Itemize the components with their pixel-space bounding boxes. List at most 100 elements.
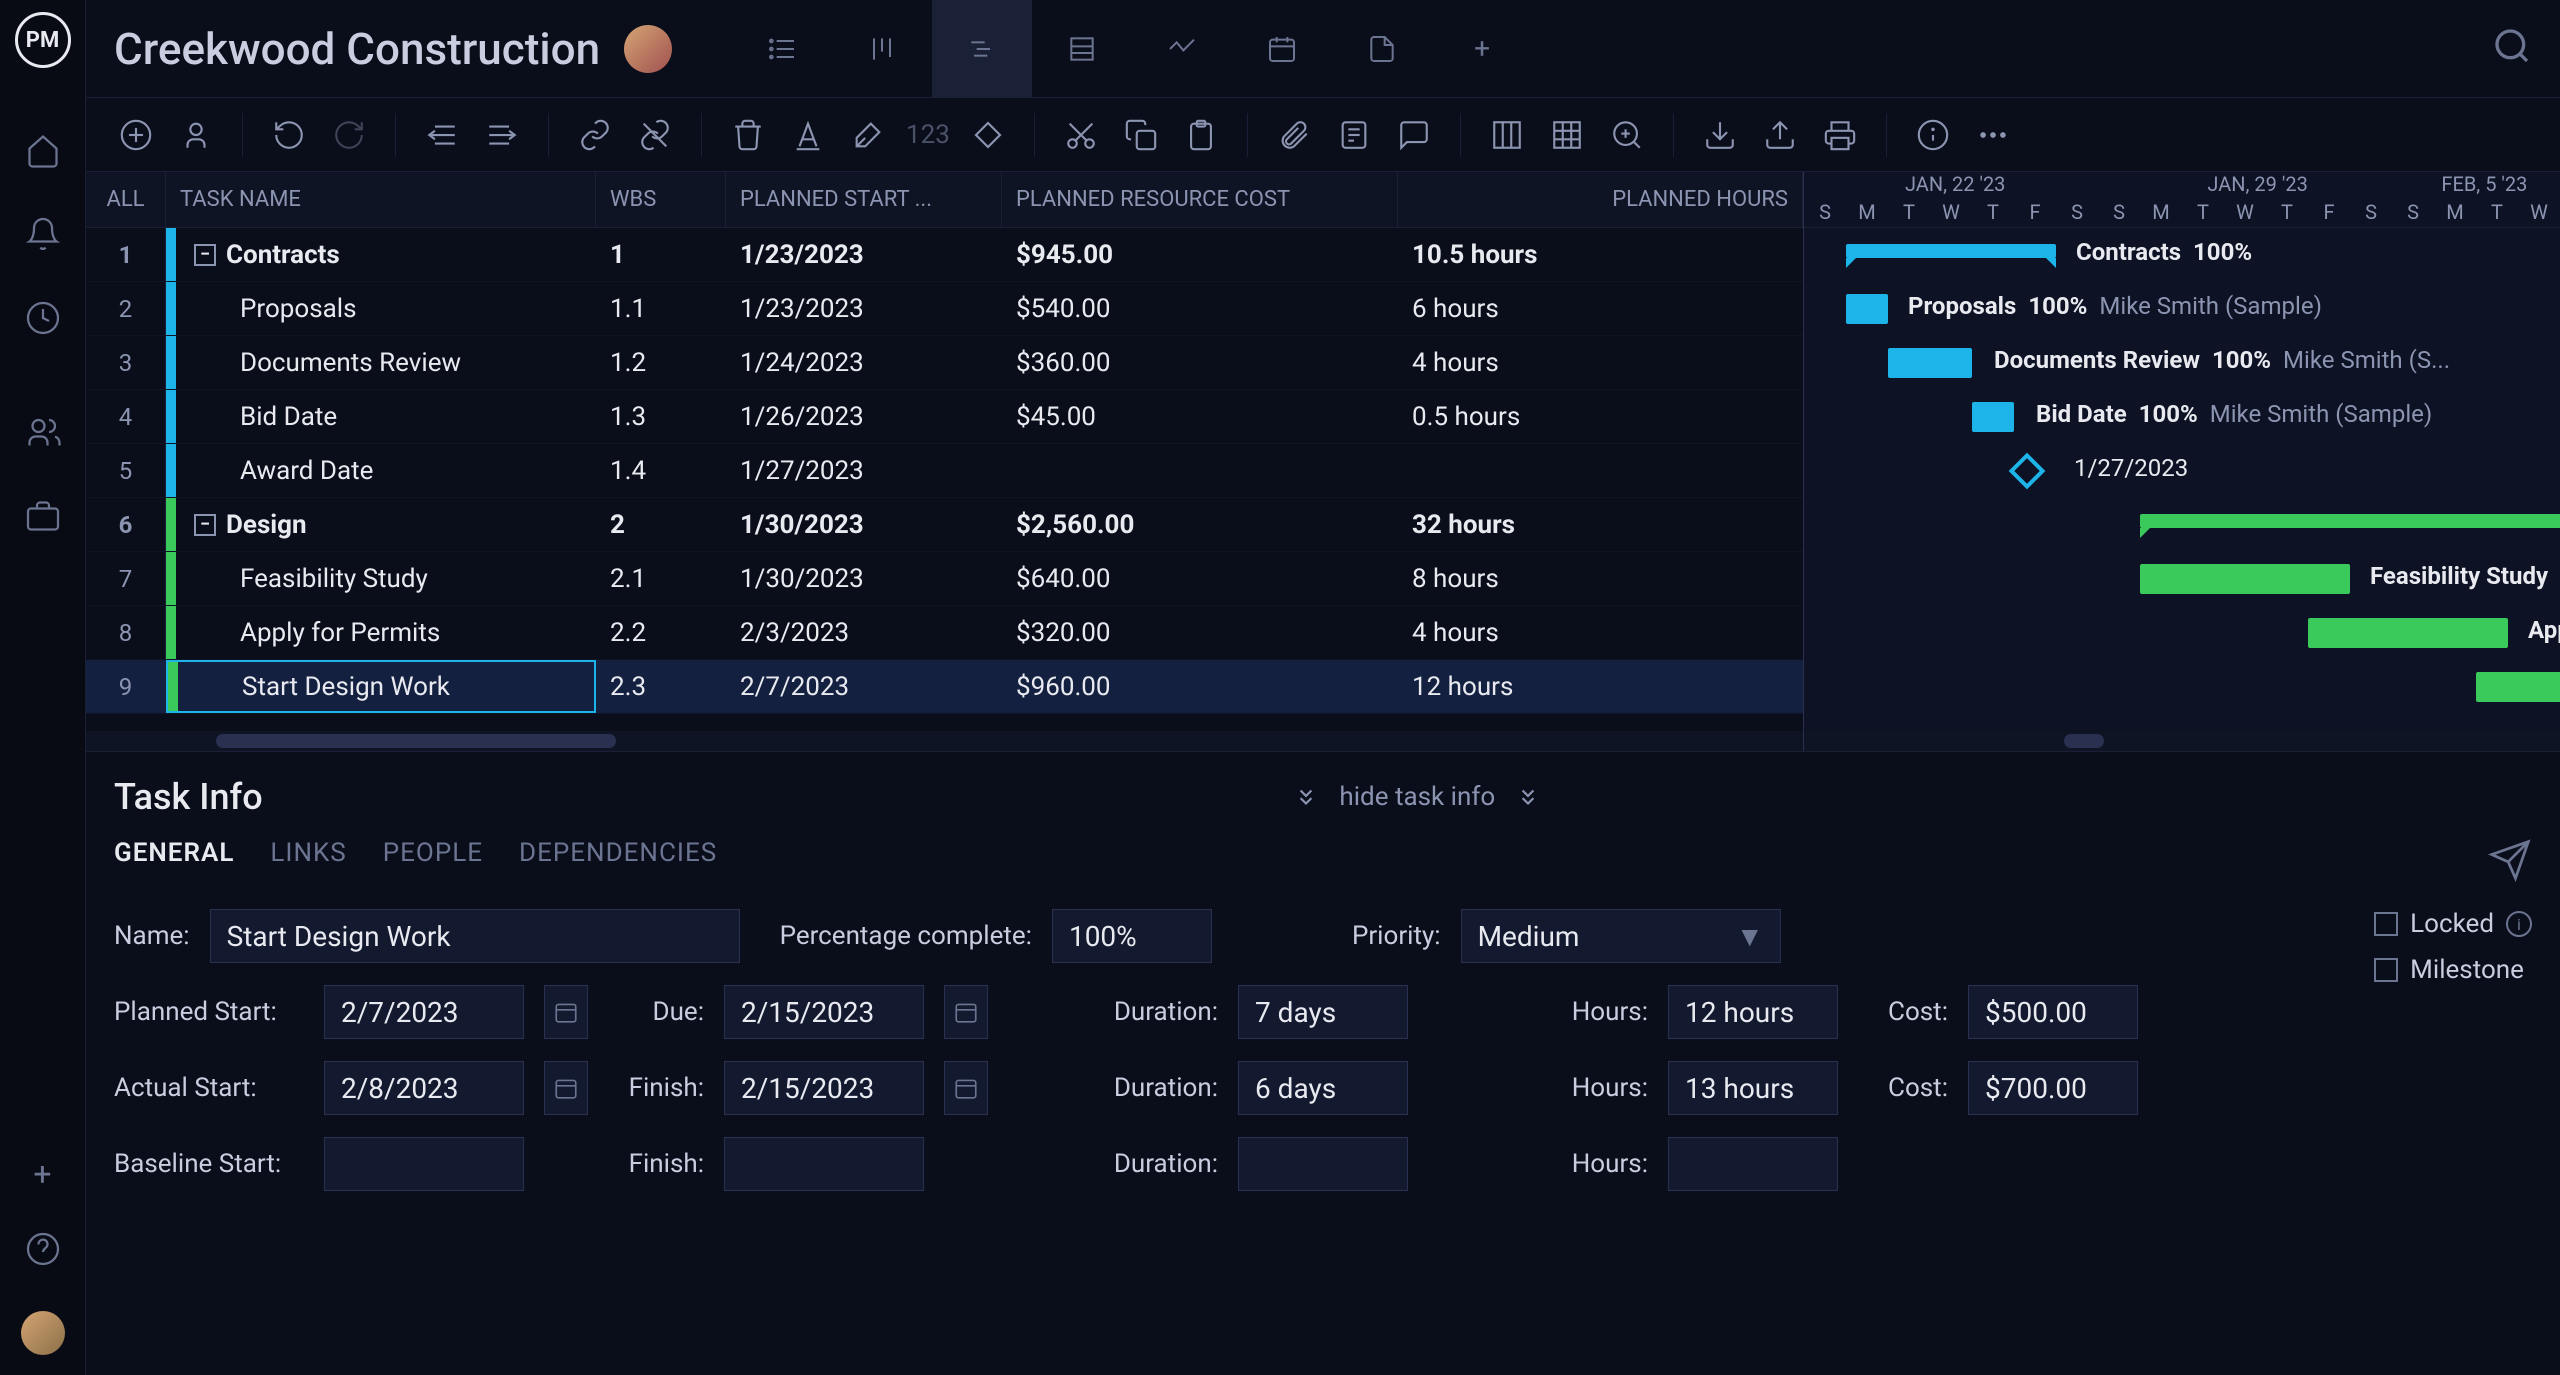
cost-cell[interactable]: $360.00 <box>1002 336 1398 389</box>
task-name-cell[interactable]: Documents Review <box>166 336 596 389</box>
actual-start-input[interactable]: 2/8/2023 <box>324 1061 524 1115</box>
cost-cell[interactable]: $640.00 <box>1002 552 1398 605</box>
task-row[interactable]: 6−Design21/30/2023$2,560.0032 hours <box>86 498 1803 552</box>
paste-button[interactable] <box>1179 113 1223 157</box>
task-row[interactable]: 8Apply for Permits2.22/3/2023$320.004 ho… <box>86 606 1803 660</box>
planned-duration-input[interactable]: 7 days <box>1238 985 1408 1039</box>
start-cell[interactable]: 1/23/2023 <box>726 228 1002 281</box>
hours-cell[interactable]: 4 hours <box>1398 606 1803 659</box>
sheet-view-tab[interactable] <box>1032 0 1132 98</box>
file-view-tab[interactable] <box>1332 0 1432 98</box>
wbs-cell[interactable]: 2.3 <box>596 660 726 713</box>
start-cell[interactable]: 1/27/2023 <box>726 444 1002 497</box>
due-input[interactable]: 2/15/2023 <box>724 985 924 1039</box>
task-row[interactable]: 1−Contracts11/23/2023$945.0010.5 hours <box>86 228 1803 282</box>
collapse-icon[interactable]: − <box>194 244 216 266</box>
calendar-icon[interactable] <box>944 1061 988 1115</box>
wbs-cell[interactable]: 2.1 <box>596 552 726 605</box>
columns-button[interactable] <box>1485 113 1529 157</box>
gantt-bar[interactable] <box>2140 564 2350 594</box>
search-icon[interactable] <box>2492 26 2532 72</box>
start-cell[interactable]: 2/3/2023 <box>726 606 1002 659</box>
grid-header-start[interactable]: PLANNED START ... <box>726 172 1002 227</box>
planned-cost-input[interactable]: $500.00 <box>1968 985 2138 1039</box>
task-name-cell[interactable]: Start Design Work <box>166 660 596 713</box>
grid-header-cost[interactable]: PLANNED RESOURCE COST <box>1002 172 1398 227</box>
grid-header-wbs[interactable]: WBS <box>596 172 726 227</box>
task-row[interactable]: 2Proposals1.11/23/2023$540.006 hours <box>86 282 1803 336</box>
comment-button[interactable] <box>1392 113 1436 157</box>
outdent-button[interactable] <box>420 113 464 157</box>
start-cell[interactable]: 1/23/2023 <box>726 282 1002 335</box>
task-name-cell[interactable]: Feasibility Study <box>166 552 596 605</box>
portfolio-icon[interactable] <box>13 486 73 546</box>
cost-cell[interactable]: $2,560.00 <box>1002 498 1398 551</box>
task-row[interactable]: 3Documents Review1.21/24/2023$360.004 ho… <box>86 336 1803 390</box>
milestone-checkbox[interactable]: Milestone <box>2374 955 2524 985</box>
cut-button[interactable] <box>1059 113 1103 157</box>
hours-cell[interactable]: 10.5 hours <box>1398 228 1803 281</box>
delete-button[interactable] <box>726 113 770 157</box>
hours-cell[interactable]: 0.5 hours <box>1398 390 1803 443</box>
task-name-cell[interactable]: Award Date <box>166 444 596 497</box>
priority-select[interactable]: Medium▼ <box>1461 909 1781 963</box>
gantt-bar[interactable] <box>1846 244 2056 258</box>
project-title[interactable]: Creekwood Construction <box>114 23 600 75</box>
hours-cell[interactable]: 32 hours <box>1398 498 1803 551</box>
hide-task-info-button[interactable]: hide task info <box>1293 782 1541 812</box>
zoom-button[interactable] <box>1605 113 1649 157</box>
cost-cell[interactable]: $945.00 <box>1002 228 1398 281</box>
send-icon[interactable] <box>2488 838 2532 889</box>
home-icon[interactable] <box>13 120 73 180</box>
actual-duration-input[interactable]: 6 days <box>1238 1061 1408 1115</box>
hours-cell[interactable]: 8 hours <box>1398 552 1803 605</box>
cost-cell[interactable]: $45.00 <box>1002 390 1398 443</box>
hours-cell[interactable]: 6 hours <box>1398 282 1803 335</box>
grid-button[interactable] <box>1545 113 1589 157</box>
wbs-cell[interactable]: 1.4 <box>596 444 726 497</box>
project-avatar[interactable] <box>624 25 672 73</box>
info-button[interactable] <box>1911 113 1955 157</box>
task-row[interactable]: 9Start Design Work2.32/7/2023$960.0012 h… <box>86 660 1803 714</box>
workload-view-tab[interactable] <box>1132 0 1232 98</box>
assign-button[interactable] <box>174 113 218 157</box>
cost-cell[interactable]: $540.00 <box>1002 282 1398 335</box>
baseline-duration-input[interactable] <box>1238 1137 1408 1191</box>
tab-people[interactable]: PEOPLE <box>383 838 483 889</box>
recent-icon[interactable] <box>13 288 73 348</box>
wbs-cell[interactable]: 1.2 <box>596 336 726 389</box>
calendar-icon[interactable] <box>544 1061 588 1115</box>
attach-button[interactable] <box>1272 113 1316 157</box>
grid-header-name[interactable]: TASK NAME <box>166 172 596 227</box>
wbs-cell[interactable]: 2 <box>596 498 726 551</box>
tab-general[interactable]: GENERAL <box>114 838 234 889</box>
start-cell[interactable]: 1/26/2023 <box>726 390 1002 443</box>
task-name-cell[interactable]: −Design <box>166 498 596 551</box>
grid-header-hours[interactable]: PLANNED HOURS <box>1398 172 1803 227</box>
grid-horizontal-scrollbar[interactable] <box>86 731 1803 751</box>
wbs-cell[interactable]: 2.2 <box>596 606 726 659</box>
actual-hours-input[interactable]: 13 hours <box>1668 1061 1838 1115</box>
gantt-bar[interactable] <box>1888 348 1972 378</box>
wbs-cell[interactable]: 1 <box>596 228 726 281</box>
pct-complete-input[interactable]: 100% <box>1052 909 1212 963</box>
list-view-tab[interactable] <box>732 0 832 98</box>
baseline-finish-input[interactable] <box>724 1137 924 1191</box>
gantt-bar[interactable] <box>1846 294 1888 324</box>
wbs-cell[interactable]: 1.1 <box>596 282 726 335</box>
add-view-tab[interactable]: + <box>1432 0 1532 98</box>
notes-button[interactable] <box>1332 113 1376 157</box>
redo-button[interactable] <box>327 113 371 157</box>
copy-button[interactable] <box>1119 113 1163 157</box>
hours-cell[interactable] <box>1398 444 1803 497</box>
baseline-start-input[interactable] <box>324 1137 524 1191</box>
task-row[interactable]: 5Award Date1.41/27/2023 <box>86 444 1803 498</box>
planned-hours-input[interactable]: 12 hours <box>1668 985 1838 1039</box>
task-name-input[interactable]: Start Design Work <box>210 909 740 963</box>
board-view-tab[interactable] <box>832 0 932 98</box>
export-button[interactable] <box>1758 113 1802 157</box>
gantt-bar[interactable] <box>2476 672 2560 702</box>
task-name-cell[interactable]: Proposals <box>166 282 596 335</box>
task-row[interactable]: 7Feasibility Study2.11/30/2023$640.008 h… <box>86 552 1803 606</box>
more-button[interactable] <box>1971 113 2015 157</box>
